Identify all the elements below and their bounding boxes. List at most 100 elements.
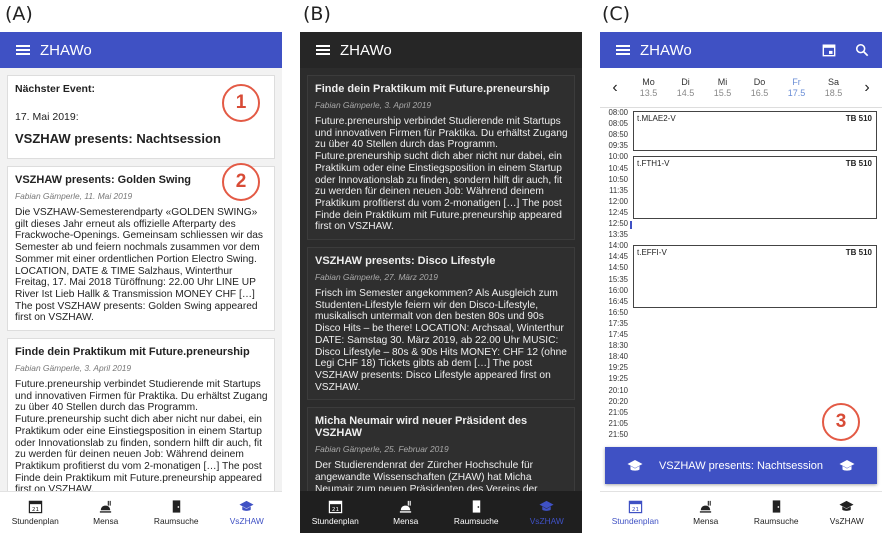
food-tray-icon (100, 500, 112, 513)
event-room: TB 510 (845, 114, 872, 123)
day-sa[interactable]: Sa 18.5 (815, 77, 852, 99)
day-do[interactable]: Do 16.5 (741, 77, 778, 99)
news-feed[interactable]: Nächster Event: 17. Mai 2019: VSZHAW pre… (0, 68, 282, 491)
time-label: 17:35 (608, 318, 628, 328)
nav-label: Mensa (393, 516, 419, 526)
callout-badge-2: 2 (222, 163, 260, 201)
calendar-today-icon[interactable] (822, 43, 836, 57)
event-room: TB 510 (845, 159, 872, 168)
time-label: 21:05 (608, 407, 628, 417)
day-name: Do (753, 76, 766, 87)
nav-vszhaw[interactable]: VsZHAW (812, 492, 882, 533)
news-card[interactable]: Micha Neumair wird neuer Präsident des V… (307, 407, 575, 491)
day-mi[interactable]: Mi 15.5 (704, 77, 741, 99)
lecture-event[interactable]: t.FTH1-V TB 510 (633, 156, 877, 219)
nav-mensa[interactable]: Mensa (671, 492, 742, 533)
current-time-indicator (630, 221, 632, 229)
lecture-event[interactable]: t.EFFI-V TB 510 (633, 245, 877, 308)
time-label: 08:00 (608, 108, 628, 117)
nav-label: VsZHAW (229, 516, 264, 526)
lecture-event[interactable]: t.MLAE2-V TB 510 (633, 111, 877, 151)
prev-week-button[interactable]: ‹ (600, 79, 630, 97)
news-body: Der Studierendenrat der Zürcher Hochschu… (315, 460, 538, 491)
menu-icon[interactable] (16, 45, 30, 55)
nav-vszhaw[interactable]: VsZHAW (512, 492, 583, 533)
news-body: Frisch im Semester angekommen? Als Ausgl… (315, 288, 567, 393)
next-week-button[interactable]: › (852, 79, 882, 97)
app-title: ZHAWo (640, 41, 692, 59)
calendar-21-icon: 21 (328, 500, 342, 514)
nav-stundenplan[interactable]: 21 Stundenplan (0, 492, 71, 533)
news-card[interactable]: Finde dein Praktikum mit Future.preneurs… (307, 75, 575, 241)
time-label: 17:45 (608, 330, 628, 339)
svg-text:21: 21 (632, 507, 640, 513)
news-title: Finde dein Praktikum mit Future.preneurs… (15, 346, 250, 359)
nav-label: Mensa (693, 516, 719, 526)
graduation-cap-icon (839, 500, 854, 511)
news-meta: Fabian Gämperle, 3. April 2019 (315, 100, 432, 110)
nav-stundenplan[interactable]: 21 Stundenplan (300, 492, 371, 533)
time-label: 08:50 (608, 130, 628, 140)
day-date: 16.5 (750, 87, 769, 98)
day-date: 18.5 (824, 87, 843, 98)
news-card[interactable]: Finde dein Praktikum mit Future.preneurs… (7, 338, 275, 491)
panel-label-c: (C) (602, 3, 631, 25)
nav-mensa[interactable]: Mensa (71, 492, 142, 533)
time-label: 14:00 (608, 241, 628, 251)
time-label: 21:50 (608, 429, 628, 439)
day-mo[interactable]: Mo 13.5 (630, 77, 667, 99)
time-label: 10:00 (608, 152, 628, 162)
time-label: 11:35 (609, 185, 628, 195)
day-di[interactable]: Di 14.5 (667, 77, 704, 99)
app-bar: ZHAWo (600, 32, 882, 68)
graduation-cap-icon (839, 459, 855, 471)
nav-stundenplan[interactable]: 21 Stundenplan (600, 492, 671, 533)
app-title: ZHAWo (340, 41, 392, 59)
day-date: 17.5 (787, 87, 806, 98)
news-feed[interactable]: Finde dein Praktikum mit Future.preneurs… (300, 68, 582, 491)
next-event-snackbar[interactable]: VSZHAW presents: Nachtsession (605, 447, 877, 484)
nav-vszhaw[interactable]: VsZHAW (212, 492, 283, 533)
nav-label: Raumsuche (453, 516, 499, 526)
day-name: Fr (792, 76, 801, 87)
graduation-cap-icon (539, 500, 554, 511)
graduation-cap-icon (627, 459, 643, 471)
menu-icon[interactable] (316, 45, 330, 55)
time-label: 20:20 (608, 396, 628, 406)
nav-raumsuche[interactable]: Raumsuche (741, 492, 812, 533)
nav-label: VsZHAW (529, 516, 564, 526)
timetable[interactable]: 08:00 08:05 08:50 09:35 10:00 10:45 10:50 11:35… (600, 108, 882, 442)
callout-badge-1: 1 (222, 84, 260, 122)
news-body: Die VSZHAW-Semesterendparty «GOLDEN SWIN… (15, 207, 263, 324)
event-name: t.FTH1-V (637, 159, 670, 168)
time-label: 16:45 (608, 296, 628, 306)
time-label: 12:00 (608, 196, 628, 206)
nav-mensa[interactable]: Mensa (371, 492, 442, 533)
time-label: 18:40 (608, 352, 628, 362)
day-name: Mo (642, 76, 655, 87)
menu-icon[interactable] (616, 45, 630, 55)
bottom-nav: 21 Stundenplan Mensa Raumsuche VsZHAW (300, 491, 582, 533)
panel-label-b: (B) (303, 3, 331, 25)
day-fr-selected[interactable]: Fr 17.5 (778, 77, 815, 99)
svg-text:21: 21 (32, 507, 40, 513)
day-date: 13.5 (639, 87, 658, 98)
search-icon[interactable] (855, 43, 869, 57)
door-icon (772, 500, 780, 513)
event-room: TB 510 (845, 248, 872, 257)
day-name: Mi (717, 76, 728, 87)
nav-raumsuche[interactable]: Raumsuche (141, 492, 212, 533)
time-label: 10:45 (608, 163, 628, 173)
time-label: 10:50 (608, 174, 628, 184)
nav-label: Mensa (93, 516, 119, 526)
event-name: t.EFFI-V (637, 248, 667, 257)
phone-a: ZHAWo Nächster Event: 17. Mai 2019: VSZH… (0, 32, 282, 533)
news-card[interactable]: VSZHAW presents: Disco Lifestyle Fabian … (307, 247, 575, 401)
time-label: 14:45 (608, 252, 628, 262)
app-title: ZHAWo (40, 41, 92, 59)
time-label: 19:25 (608, 363, 628, 373)
nav-label: Stundenplan (11, 516, 59, 526)
nav-label: Raumsuche (153, 516, 199, 526)
nav-raumsuche[interactable]: Raumsuche (441, 492, 512, 533)
phone-b: ZHAWo Finde dein Praktikum mit Future.pr… (300, 32, 582, 533)
